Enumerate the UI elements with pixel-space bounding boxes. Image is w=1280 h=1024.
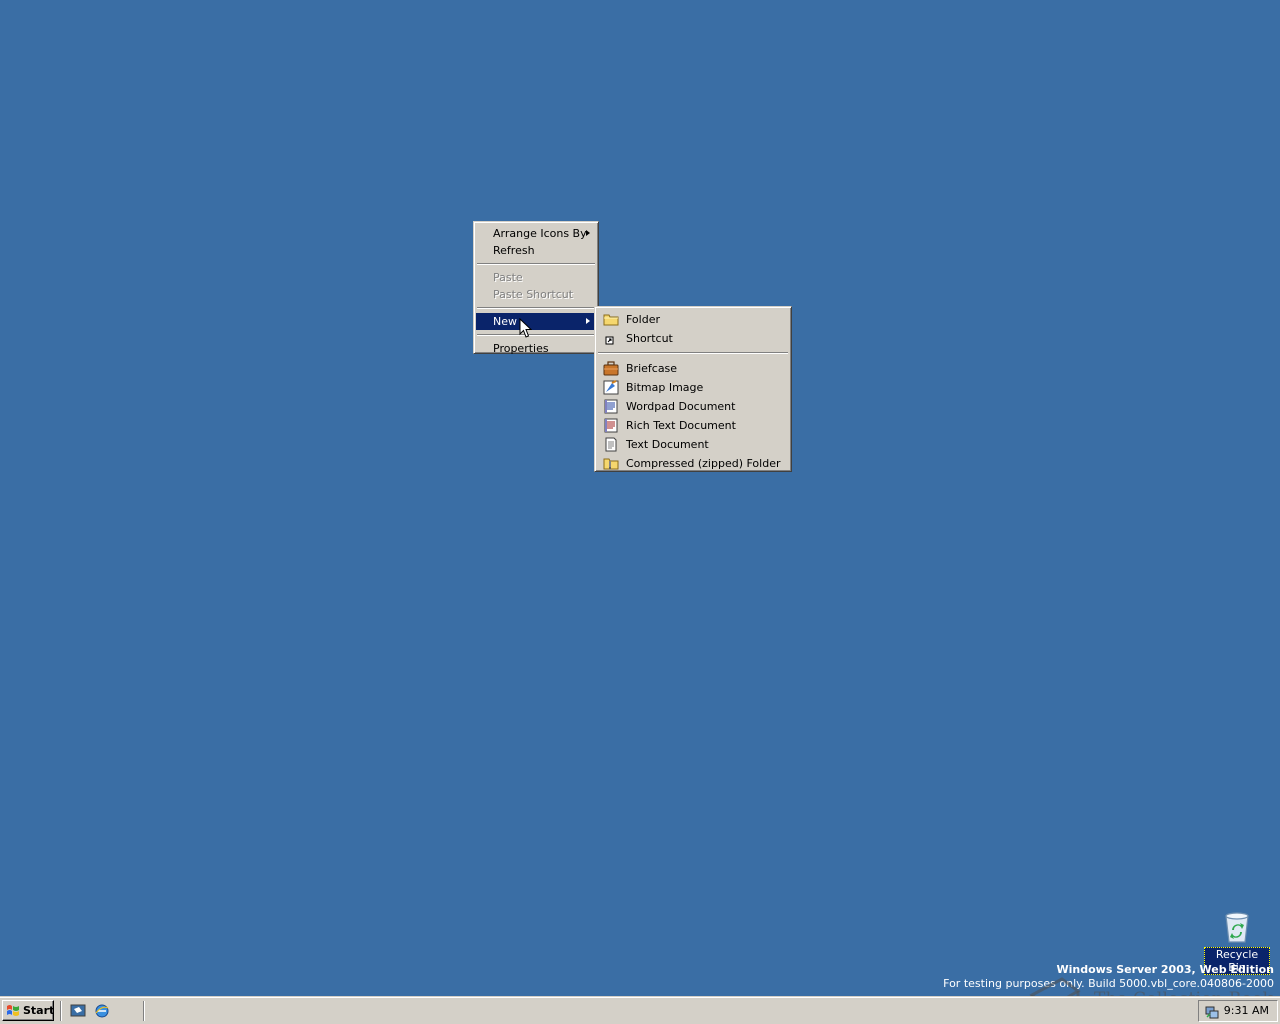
submenu-item-label: Briefcase bbox=[626, 362, 678, 375]
system-tray: 9:31 AM bbox=[1198, 1000, 1278, 1022]
clock[interactable]: 9:31 AM bbox=[1224, 1004, 1269, 1017]
submenu-item-label: Text Document bbox=[626, 438, 709, 451]
menu-separator bbox=[477, 263, 595, 265]
menu-item-paste: Paste bbox=[476, 269, 596, 286]
menu-item-new[interactable]: New bbox=[476, 313, 596, 330]
submenu-item-label: Wordpad Document bbox=[626, 400, 736, 413]
menu-item-paste-shortcut: Paste Shortcut bbox=[476, 286, 596, 303]
menu-separator bbox=[598, 352, 788, 354]
text-document-icon bbox=[605, 437, 617, 452]
submenu-item-label: Bitmap Image bbox=[626, 381, 704, 394]
folder-icon bbox=[603, 314, 619, 326]
menu-item-refresh[interactable]: Refresh bbox=[476, 242, 596, 259]
menu-item-label: New bbox=[493, 315, 517, 328]
desktop-context-menu: Arrange Icons By Refresh Paste Paste Sho… bbox=[473, 221, 599, 357]
menu-item-label: Paste bbox=[493, 271, 523, 284]
new-submenu: Folder Shortcut Briefcase Bitmap Image W… bbox=[594, 306, 792, 472]
menu-separator bbox=[477, 334, 595, 336]
submenu-item-shortcut[interactable]: Shortcut bbox=[597, 329, 789, 348]
submenu-item-label: Compressed (zipped) Folder bbox=[626, 457, 781, 470]
submenu-item-text-document[interactable]: Text Document bbox=[597, 435, 789, 454]
submenu-item-label: Shortcut bbox=[626, 332, 673, 345]
submenu-item-folder[interactable]: Folder bbox=[597, 310, 789, 329]
start-button-label: Start bbox=[23, 1004, 55, 1017]
mouse-cursor-icon bbox=[519, 318, 532, 338]
submenu-item-briefcase[interactable]: Briefcase bbox=[597, 359, 789, 378]
submenu-item-label: Rich Text Document bbox=[626, 419, 736, 432]
briefcase-icon bbox=[603, 361, 619, 376]
menu-item-properties[interactable]: Properties bbox=[476, 340, 596, 357]
rich-text-icon bbox=[604, 418, 618, 433]
submenu-item-label: Folder bbox=[626, 313, 660, 326]
taskbar-divider bbox=[60, 1001, 62, 1021]
zip-folder-icon bbox=[603, 458, 619, 470]
submenu-item-bitmap-image[interactable]: Bitmap Image bbox=[597, 378, 789, 397]
submenu-arrow-icon bbox=[586, 230, 590, 236]
wordpad-icon bbox=[604, 399, 618, 414]
submenu-arrow-icon bbox=[586, 318, 590, 324]
network-tray-icon[interactable] bbox=[1204, 1004, 1220, 1020]
recycle-bin-icon bbox=[1225, 912, 1249, 943]
submenu-item-wordpad-document[interactable]: Wordpad Document bbox=[597, 397, 789, 416]
taskbar-divider bbox=[143, 1001, 145, 1021]
menu-item-label: Properties bbox=[493, 342, 549, 355]
shortcut-icon bbox=[605, 336, 614, 345]
menu-item-arrange-icons-by[interactable]: Arrange Icons By bbox=[476, 225, 596, 242]
submenu-item-rich-text-document[interactable]: Rich Text Document bbox=[597, 416, 789, 435]
menu-item-label: Refresh bbox=[493, 244, 535, 257]
taskbar: Start 9:31 AM bbox=[0, 996, 1280, 1024]
menu-item-label: Paste Shortcut bbox=[493, 288, 574, 301]
internet-explorer-icon[interactable] bbox=[94, 1003, 110, 1019]
desktop[interactable]: Arrange Icons By Refresh Paste Paste Sho… bbox=[0, 0, 1280, 1021]
menu-separator bbox=[477, 307, 595, 309]
start-button[interactable]: Start bbox=[2, 1000, 54, 1021]
submenu-item-compressed-folder[interactable]: Compressed (zipped) Folder bbox=[597, 454, 789, 473]
bitmap-icon bbox=[603, 380, 619, 395]
windows-flag-icon bbox=[7, 1005, 19, 1016]
show-desktop-icon[interactable] bbox=[70, 1003, 86, 1019]
menu-item-label: Arrange Icons By bbox=[493, 227, 587, 240]
